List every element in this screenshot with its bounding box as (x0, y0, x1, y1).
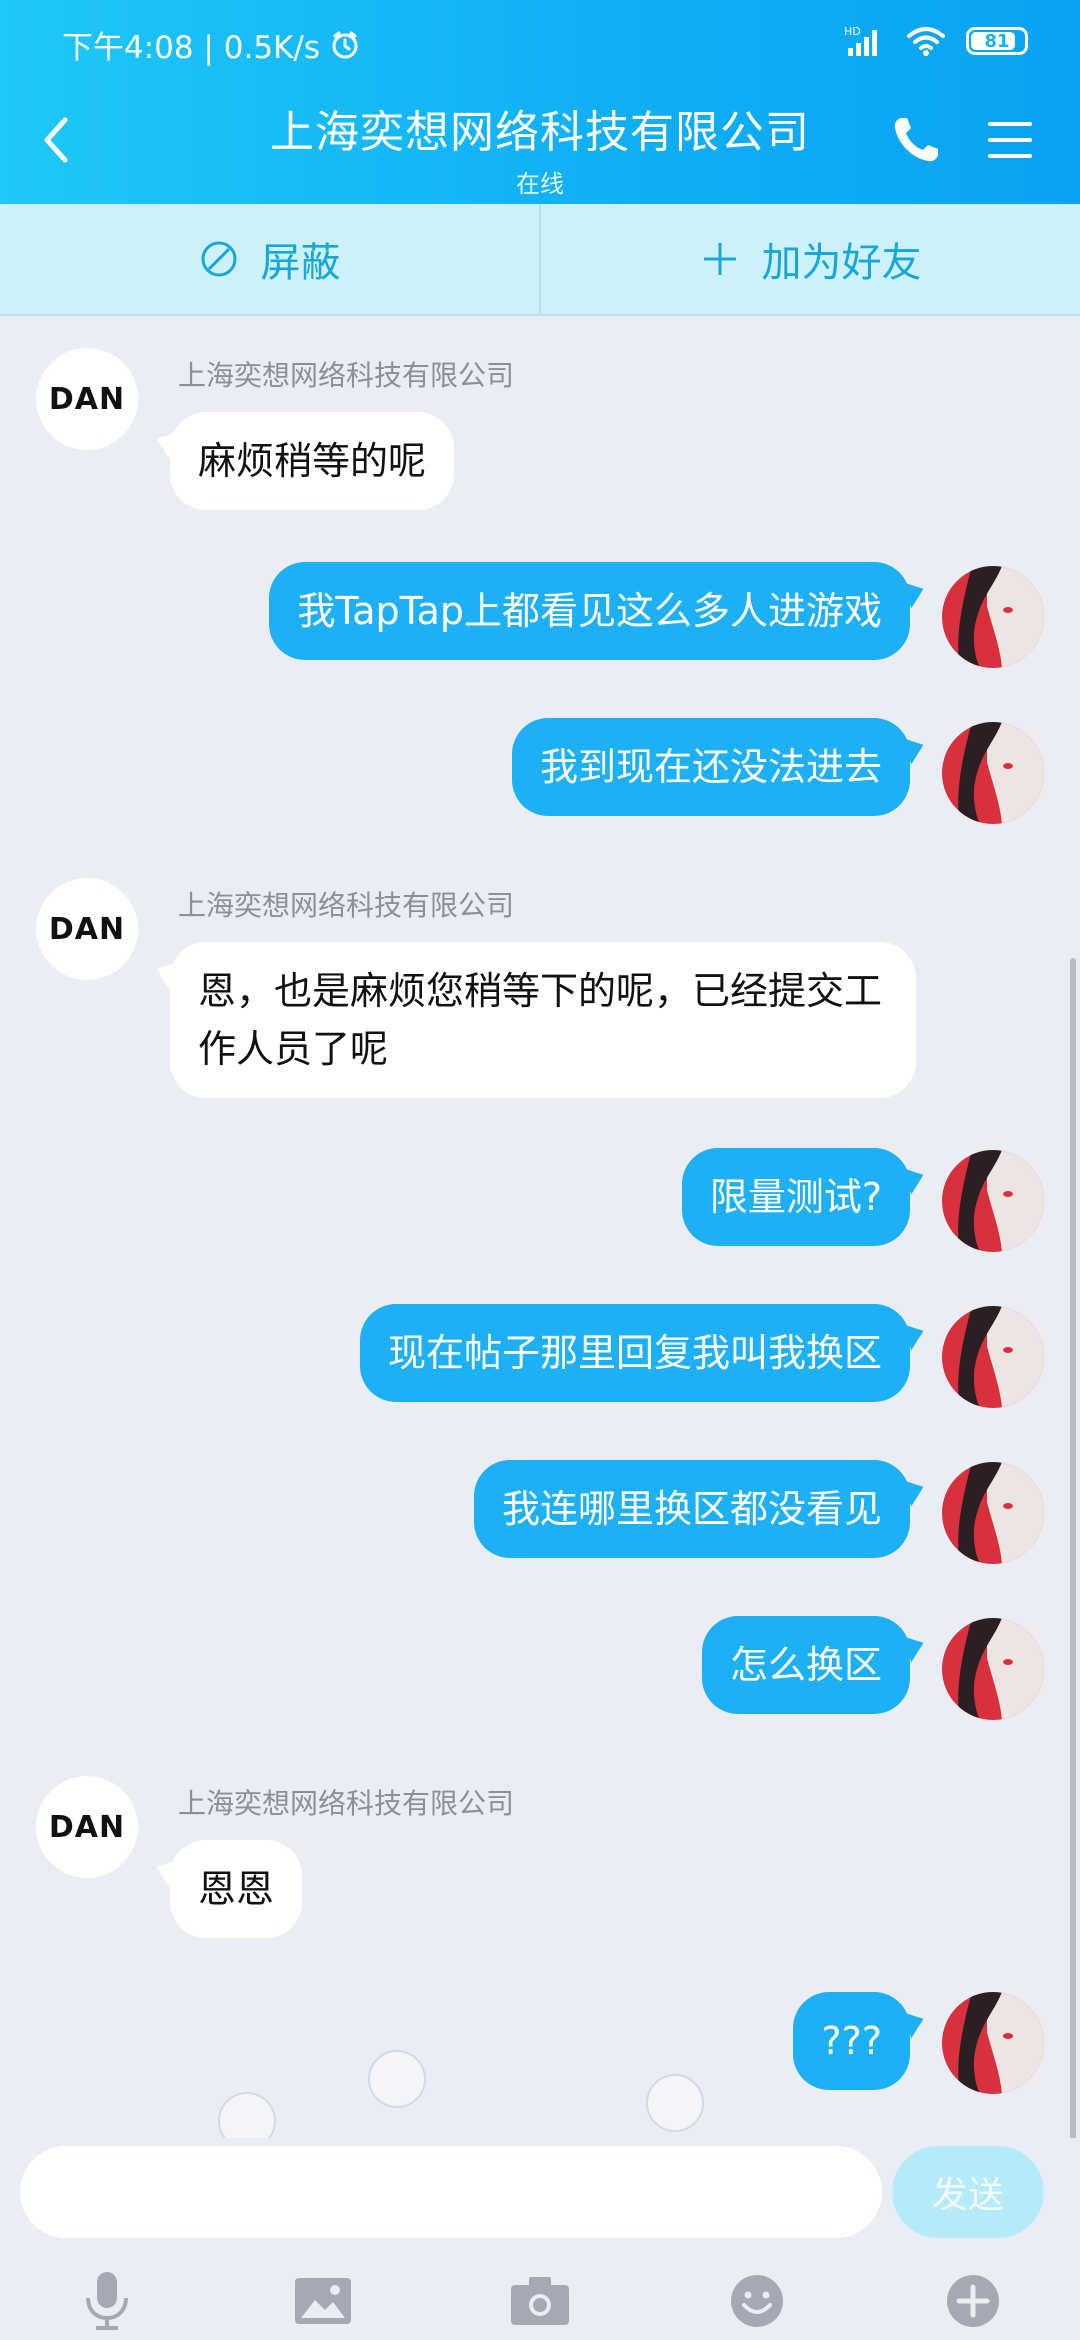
user-avatar-image (942, 722, 1044, 824)
more-button[interactable] (938, 2266, 1008, 2336)
message-bubble-outgoing[interactable]: 现在帖子那里回复我叫我换区 (359, 1304, 910, 1402)
camera-button[interactable] (505, 2266, 575, 2336)
block-icon (201, 241, 236, 277)
contact-avatar[interactable]: DAN (36, 1776, 138, 1878)
menu-button[interactable] (982, 112, 1038, 168)
image-button[interactable] (288, 2266, 358, 2336)
user-avatar-image (942, 566, 1044, 668)
back-button[interactable] (28, 108, 84, 172)
message-bubble-outgoing[interactable]: 我连哪里换区都没看见 (473, 1460, 910, 1558)
block-button[interactable]: 屏蔽 (0, 204, 539, 314)
contact-avatar[interactable]: DAN (36, 348, 138, 450)
battery-level: 81 (984, 30, 1010, 52)
action-bar: 屏蔽 加为好友 (0, 204, 1080, 316)
user-avatar-image (942, 1992, 1044, 2094)
message-bubble-outgoing[interactable]: ??? (793, 1992, 910, 2090)
back-icon (44, 117, 68, 163)
dan-logo: DAN (48, 381, 126, 417)
status-bar: 下午4:08 | 0.5K/s HD 81 (0, 0, 1080, 88)
floating-bubble (368, 2050, 426, 2108)
user-avatar-image (942, 1306, 1044, 1408)
my-avatar[interactable] (942, 1462, 1044, 1564)
wifi-icon (907, 27, 945, 56)
battery-indicator: 81 (966, 27, 1028, 55)
scrollbar[interactable] (1070, 958, 1076, 2340)
sender-name: 上海奕想网络科技有限公司 (178, 359, 515, 392)
alarm-icon (332, 31, 358, 58)
message-bubble-outgoing[interactable]: 怎么换区 (701, 1616, 910, 1714)
emoji-button[interactable] (722, 2266, 792, 2336)
send-button[interactable]: 发送 (892, 2146, 1044, 2238)
status-right: HD 81 (842, 24, 1028, 58)
message-input[interactable] (20, 2146, 882, 2238)
input-area: 发送 (0, 2138, 1080, 2340)
online-status: 在线 (516, 170, 564, 198)
message-bubble-outgoing[interactable]: 我TapTap上都看见这么多人进游戏 (269, 562, 910, 660)
my-avatar[interactable] (942, 1150, 1044, 1252)
signal-icon: HD (844, 25, 877, 56)
network-type: HD (844, 25, 861, 38)
message-bubble-outgoing[interactable]: 限量测试? (681, 1148, 910, 1246)
phone-icon (894, 118, 938, 162)
my-avatar[interactable] (942, 722, 1044, 824)
plus-icon (703, 243, 736, 275)
block-label: 屏蔽 (260, 240, 341, 286)
sender-name: 上海奕想网络科技有限公司 (178, 889, 515, 922)
message-bubble-outgoing[interactable]: 我到现在还没法进去 (511, 718, 910, 816)
status-left: 下午4:08 | 0.5K/s (62, 22, 360, 67)
my-avatar[interactable] (942, 1992, 1044, 2094)
chat-header: 下午4:08 | 0.5K/s HD 81 上海奕想网络科技有限公司 在线 (0, 0, 1080, 204)
menu-icon (988, 122, 1032, 158)
my-avatar[interactable] (942, 1618, 1044, 1720)
dan-logo: DAN (48, 911, 126, 947)
my-avatar[interactable] (942, 566, 1044, 668)
user-avatar-image (942, 1462, 1044, 1564)
input-toolbar (0, 2258, 1080, 2340)
voice-button[interactable] (72, 2266, 142, 2336)
emoji-icon (731, 2275, 783, 2327)
message-bubble-incoming[interactable]: 恩，也是麻烦您稍等下的呢，已经提交工作人员了呢 (170, 942, 916, 1098)
sender-name: 上海奕想网络科技有限公司 (178, 1787, 515, 1820)
mic-icon (86, 2272, 128, 2330)
call-button[interactable] (888, 112, 944, 168)
my-avatar[interactable] (942, 1306, 1044, 1408)
camera-icon (511, 2277, 569, 2325)
title-area: 上海奕想网络科技有限公司 在线 (200, 96, 880, 199)
add-friend-button[interactable]: 加为好友 (539, 204, 1080, 314)
add-friend-label: 加为好友 (761, 240, 922, 286)
floating-bubble (646, 2074, 704, 2132)
message-bubble-incoming[interactable]: 恩恩 (170, 1840, 303, 1938)
page-title: 上海奕想网络科技有限公司 (270, 107, 810, 158)
status-time-speed: 下午4:08 | 0.5K/s (62, 30, 320, 66)
image-icon (295, 2278, 351, 2324)
user-avatar-image (942, 1618, 1044, 1720)
contact-avatar[interactable]: DAN (36, 878, 138, 980)
message-bubble-incoming[interactable]: 麻烦稍等的呢 (170, 412, 455, 510)
user-avatar-image (942, 1150, 1044, 1252)
add-icon (947, 2275, 999, 2327)
dan-logo: DAN (48, 1809, 126, 1845)
message-list[interactable]: DAN 上海奕想网络科技有限公司 麻烦稍等的呢 我TapTap上都看见这么多人进… (0, 318, 1080, 2340)
